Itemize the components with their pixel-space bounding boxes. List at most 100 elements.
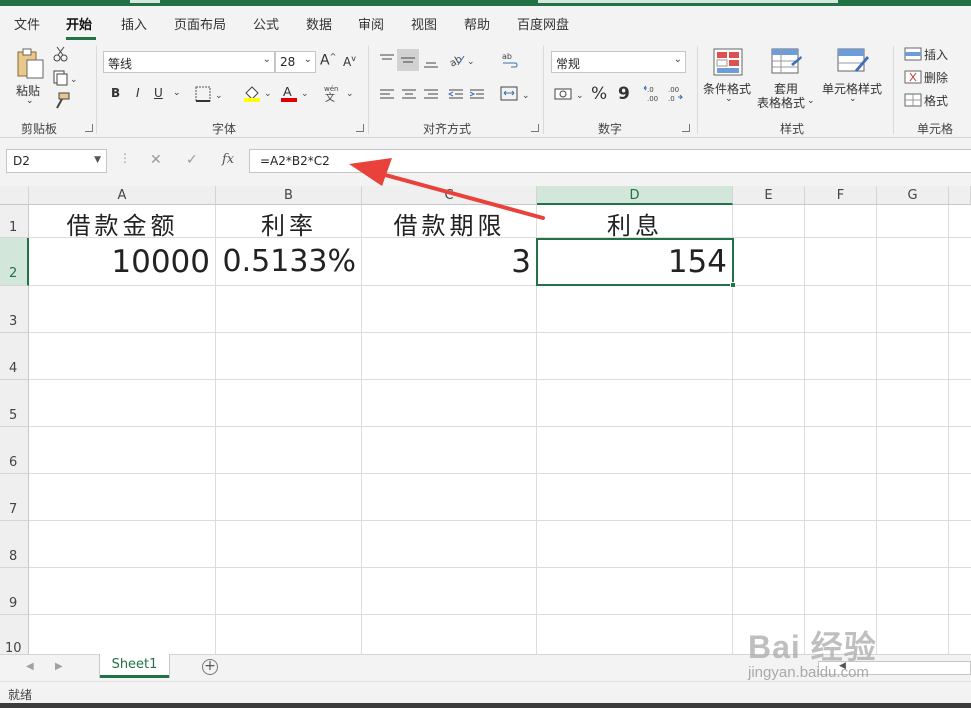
cell-styles-button[interactable]: 单元格样式 ⌄ xyxy=(821,46,885,112)
paste-button[interactable]: 粘贴 ⌄ xyxy=(14,46,46,108)
bold-button[interactable]: B xyxy=(111,86,120,100)
tab-baidu-netdisk[interactable]: 百度网盘 xyxy=(517,14,569,33)
increase-indent-icon[interactable] xyxy=(469,88,485,102)
dialog-launcher-icon[interactable] xyxy=(531,124,539,132)
cell-c2[interactable]: 3 xyxy=(362,244,537,280)
tab-review[interactable]: 审阅 xyxy=(358,14,384,33)
paste-icon xyxy=(17,48,44,79)
tab-home[interactable]: 开始 xyxy=(66,14,92,33)
percent-style-button[interactable]: % xyxy=(591,84,607,104)
comma-style-button[interactable]: 9 xyxy=(618,84,630,104)
insert-function-icon[interactable]: fx xyxy=(222,152,234,167)
column-header-f[interactable]: F xyxy=(805,186,877,205)
cut-icon[interactable] xyxy=(53,46,69,62)
dialog-launcher-icon[interactable] xyxy=(682,124,690,132)
horizontal-scrollbar[interactable]: ◀ xyxy=(818,661,971,675)
cell-a2[interactable]: 10000 xyxy=(29,244,216,280)
cell-b2[interactable]: 0.5133% xyxy=(216,244,362,279)
scroll-right-icon[interactable]: ▶ xyxy=(55,661,63,672)
fill-handle[interactable] xyxy=(730,282,736,288)
row-header-8[interactable]: 8 xyxy=(0,521,29,568)
accounting-format-icon[interactable]: ⌄ xyxy=(554,86,586,102)
align-bottom-icon[interactable] xyxy=(423,55,439,69)
format-cells-label: 格式 xyxy=(924,94,949,108)
column-header-b[interactable]: B xyxy=(216,186,362,205)
align-middle-button[interactable] xyxy=(397,49,419,71)
column-header-h[interactable] xyxy=(949,186,971,205)
conditional-formatting-button[interactable]: 条件格式 ⌄ xyxy=(703,46,753,112)
cancel-icon[interactable]: ✕ xyxy=(150,152,162,168)
select-all-corner[interactable] xyxy=(0,186,29,205)
font-name-select[interactable]: 等线 ⌄ xyxy=(103,51,275,73)
underline-button[interactable]: U xyxy=(154,86,163,100)
orientation-icon[interactable]: ab ⌄ xyxy=(448,52,476,68)
format-painter-icon[interactable] xyxy=(53,92,71,110)
scroll-left-icon[interactable]: ◀ xyxy=(26,661,34,672)
group-separator xyxy=(543,46,544,134)
row-header-10[interactable]: 10 xyxy=(0,615,29,654)
row-header-1[interactable]: 1 xyxy=(0,205,29,238)
tab-formulas[interactable]: 公式 xyxy=(253,14,279,33)
row-header-9[interactable]: 9 xyxy=(0,568,29,615)
row-header-6[interactable]: 6 xyxy=(0,427,29,474)
italic-button[interactable]: I xyxy=(136,86,140,100)
decrease-indent-icon[interactable] xyxy=(448,88,464,102)
tab-help[interactable]: 帮助 xyxy=(464,14,490,33)
merge-center-icon[interactable]: ⌄ xyxy=(500,86,530,102)
chevron-down-icon: ⌄ xyxy=(173,88,181,98)
insert-cells-button[interactable]: 插入 xyxy=(902,45,964,65)
increase-decimal-icon[interactable]: .0.00 xyxy=(643,84,663,104)
column-header-d[interactable]: D xyxy=(537,186,733,205)
row-header-7[interactable]: 7 xyxy=(0,474,29,521)
row-header-3[interactable]: 3 xyxy=(0,286,29,333)
borders-icon[interactable]: ⌄ xyxy=(195,86,225,102)
wrap-text-icon[interactable]: ab xyxy=(501,51,519,69)
gridline xyxy=(29,614,971,615)
sheet-tab-sheet1[interactable]: Sheet1 xyxy=(100,654,169,678)
align-left-icon[interactable] xyxy=(379,88,395,102)
delete-cells-button[interactable]: 删除 xyxy=(902,68,964,88)
tab-data[interactable]: 数据 xyxy=(306,14,332,33)
formula-input[interactable]: =A2*B2*C2 xyxy=(249,149,971,173)
gridline xyxy=(948,205,949,654)
column-header-e[interactable]: E xyxy=(733,186,805,205)
align-right-icon[interactable] xyxy=(423,88,439,102)
align-top-icon[interactable] xyxy=(379,53,395,67)
increase-font-icon[interactable]: A^ xyxy=(320,52,336,69)
worksheet-grid[interactable]: A B C D E F G 1 2 3 4 5 6 7 8 9 10 借款金额 … xyxy=(0,186,971,654)
decrease-font-icon[interactable]: Av xyxy=(343,54,356,69)
row-header-2[interactable]: 2 xyxy=(0,238,29,286)
phonetic-guide-icon[interactable]: wén文 ⌄ xyxy=(322,84,356,102)
name-box[interactable]: D2 ▼ xyxy=(6,149,107,173)
fill-color-icon[interactable]: ⌄ xyxy=(243,84,273,102)
svg-text:⌄: ⌄ xyxy=(215,91,223,101)
dialog-launcher-icon[interactable] xyxy=(356,124,364,132)
align-center-icon[interactable] xyxy=(401,88,417,102)
cells-group-label: 单元格 xyxy=(917,122,954,136)
tab-file[interactable]: 文件 xyxy=(14,14,40,33)
tab-insert[interactable]: 插入 xyxy=(121,14,147,33)
scroll-left-icon[interactable]: ◀ xyxy=(839,661,846,671)
column-header-c[interactable]: C xyxy=(362,186,537,205)
row-header-5[interactable]: 5 xyxy=(0,380,29,427)
format-as-table-button[interactable]: 套用 表格格式 ⌄ xyxy=(755,46,819,112)
row-header-4[interactable]: 4 xyxy=(0,333,29,380)
format-cells-button[interactable]: 格式 xyxy=(902,91,964,111)
copy-icon[interactable]: ⌄ xyxy=(53,70,77,86)
cell-a1[interactable]: 借款金额 xyxy=(29,206,216,241)
cell-c1[interactable]: 借款期限 xyxy=(362,206,537,241)
svg-text:⌄: ⌄ xyxy=(576,91,584,101)
font-color-icon[interactable]: A ⌄ xyxy=(280,84,310,102)
column-header-g[interactable]: G xyxy=(877,186,949,205)
number-format-select[interactable]: 常规 ⌄ xyxy=(551,51,686,73)
cell-d1[interactable]: 利息 xyxy=(537,206,733,241)
cell-b1[interactable]: 利率 xyxy=(216,206,362,241)
enter-icon[interactable]: ✓ xyxy=(186,152,198,168)
tab-page-layout[interactable]: 页面布局 xyxy=(174,14,226,33)
tab-view[interactable]: 视图 xyxy=(411,14,437,33)
column-header-a[interactable]: A xyxy=(29,186,216,205)
font-size-select[interactable]: 28 ⌄ xyxy=(275,51,316,73)
decrease-decimal-icon[interactable]: .00.0 xyxy=(665,84,685,104)
dialog-launcher-icon[interactable] xyxy=(85,124,93,132)
add-sheet-icon[interactable]: + xyxy=(202,659,218,675)
